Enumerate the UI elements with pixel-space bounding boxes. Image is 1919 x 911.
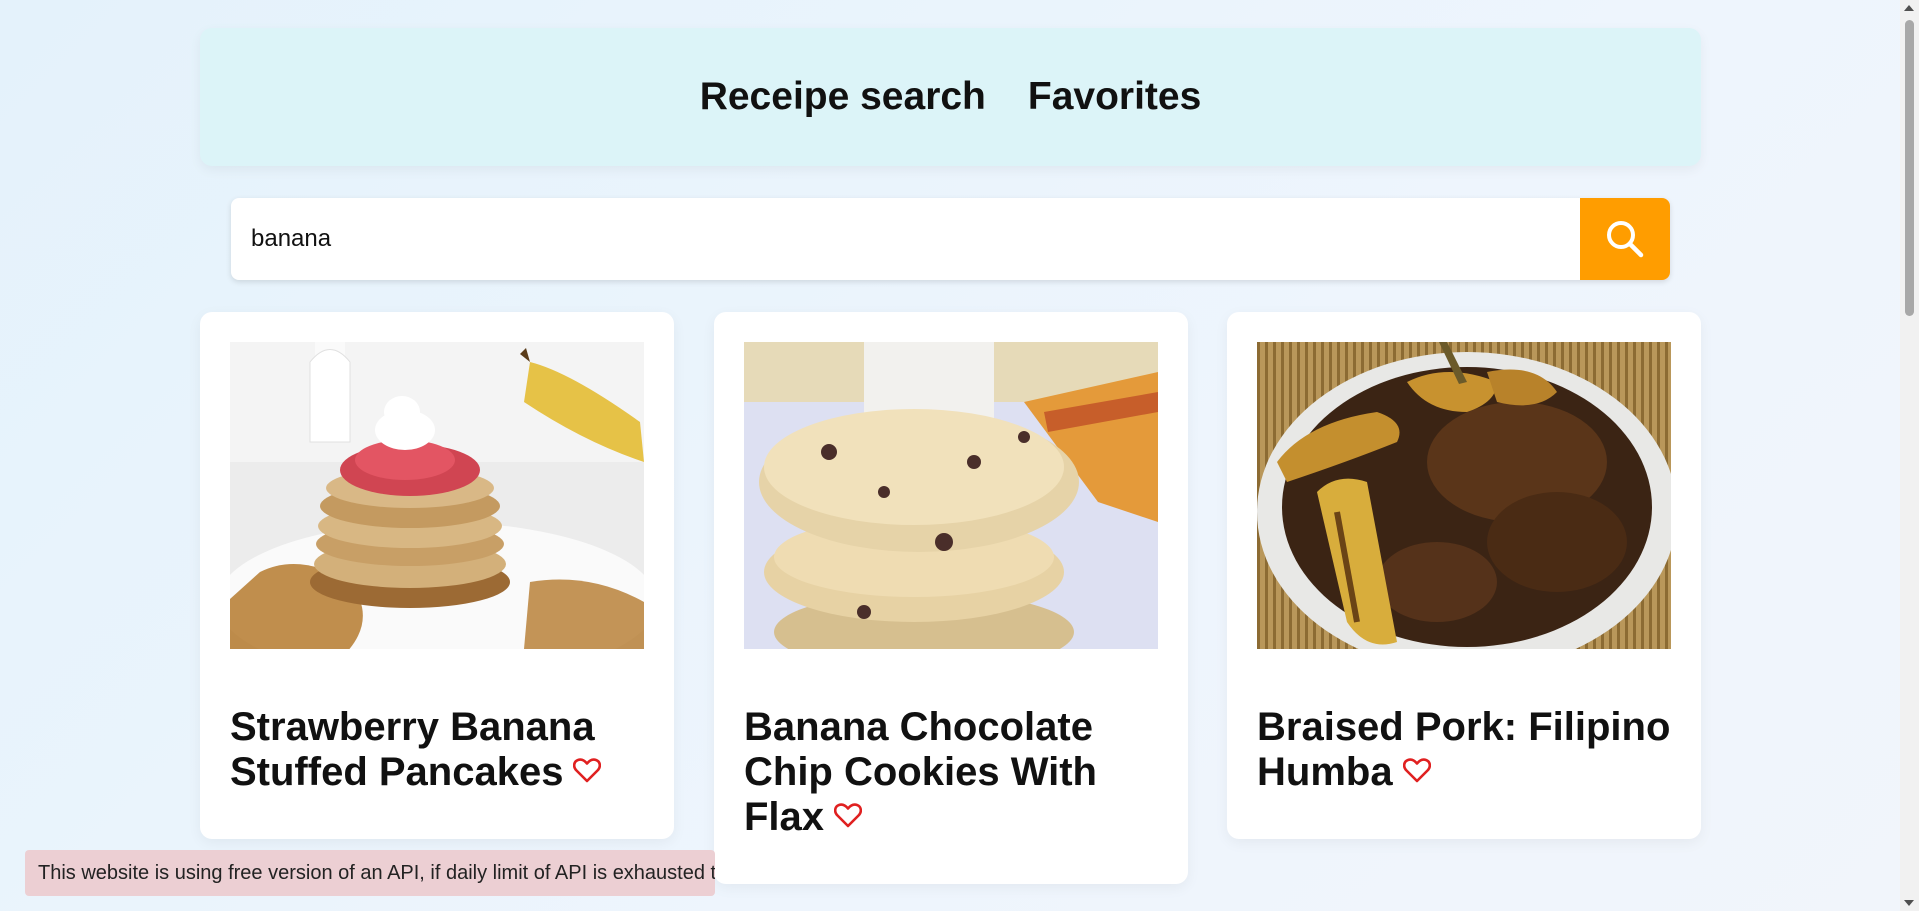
recipe-card[interactable]: Strawberry Banana Stuffed Pancakes (200, 312, 674, 839)
cookies-photo (744, 342, 1158, 649)
api-limit-notice: This website is using free version of an… (25, 850, 715, 896)
vertical-scrollbar[interactable] (1900, 0, 1919, 911)
scrollbar-thumb[interactable] (1905, 20, 1914, 316)
heart-icon[interactable] (573, 757, 602, 783)
recipe-card[interactable]: Banana Chocolate Chip Cookies With Flax (714, 312, 1188, 884)
recipe-title: Banana Chocolate Chip Cookies With Flax (744, 705, 1097, 839)
search-bar (231, 198, 1670, 280)
pancakes-photo (230, 342, 644, 649)
search-input[interactable] (231, 198, 1580, 280)
scroll-up-arrow[interactable] (1904, 5, 1914, 11)
pork-humba-photo (1257, 342, 1671, 649)
nav-item-recipe-search[interactable]: Receipe search (700, 75, 986, 119)
page: Receipe search Favorites banana Strawber… (0, 0, 1900, 911)
top-nav: Receipe search Favorites (200, 28, 1701, 166)
recipe-card[interactable]: Braised Pork: Filipino Humba (1227, 312, 1701, 839)
recipe-title: Braised Pork: Filipino Humba (1257, 705, 1671, 794)
recipe-title: Strawberry Banana Stuffed Pancakes (230, 705, 644, 795)
scroll-down-arrow[interactable] (1904, 900, 1914, 906)
search-icon (1607, 221, 1644, 258)
notice-text: This website is using free version of an… (38, 861, 715, 884)
nav-item-favorites[interactable]: Favorites (1028, 75, 1201, 119)
search-button[interactable] (1580, 198, 1670, 280)
heart-icon[interactable] (1402, 757, 1431, 783)
heart-icon[interactable] (834, 802, 863, 828)
